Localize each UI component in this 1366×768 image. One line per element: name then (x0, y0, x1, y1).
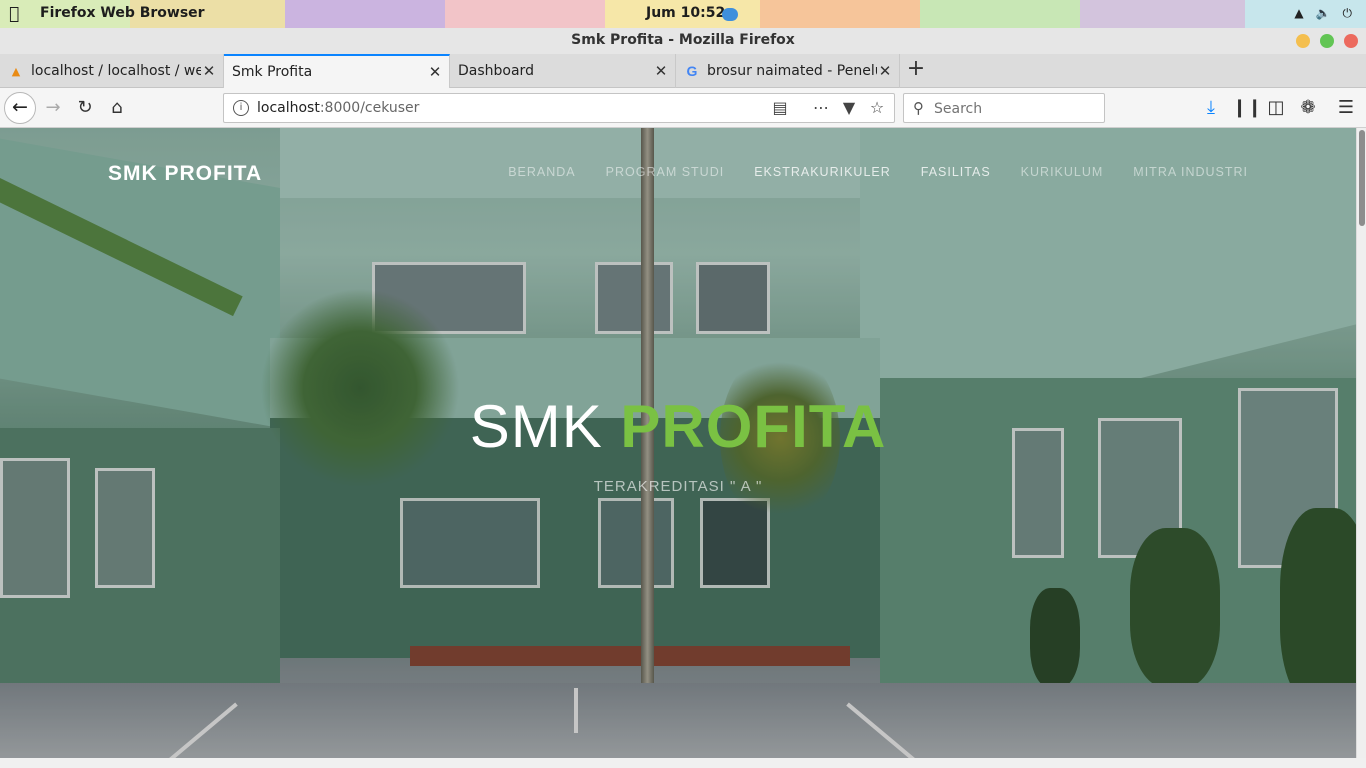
url-path: :8000/cekuser (319, 100, 420, 116)
site-info-icon[interactable]: i (233, 100, 249, 116)
url-bar[interactable]: i localhost:8000/cekuser ▤ ⋯ ▼ ☆ (223, 93, 895, 123)
close-tab-icon[interactable]: ✕ (877, 62, 893, 80)
hero-title-part1: SMK (469, 393, 621, 460)
site-main-menu: BERANDA PROGRAM STUDI EKSTRAKURIKULER FA… (508, 165, 1248, 179)
tab-phpmyadmin[interactable]: ▲ localhost / localhost / we ✕ (0, 54, 224, 88)
system-tray[interactable]: ▲ 🔈 ⏻ (1294, 6, 1352, 21)
menu-fasilitas[interactable]: FASILITAS (921, 165, 991, 179)
url-host: localhost (257, 100, 320, 116)
downloads-icon[interactable]: ⤓ (1199, 96, 1223, 120)
window-title: Smk Profita - Mozilla Firefox (571, 32, 795, 48)
search-bar[interactable]: ⚲ (903, 93, 1105, 123)
tab-strip: ▲ localhost / localhost / we ✕ Smk Profi… (0, 54, 1366, 88)
notification-icon (722, 8, 738, 21)
search-icon: ⚲ (913, 99, 924, 117)
tab-label: Dashboard (458, 63, 534, 79)
menu-beranda[interactable]: BERANDA (508, 165, 575, 179)
system-top-bar:  Firefox Web Browser Jum 10:52 ▲ 🔈 ⏻ (0, 0, 1366, 28)
home-button[interactable]: ⌂ (105, 96, 129, 120)
close-window-button[interactable] (1344, 34, 1358, 48)
menu-hamburger-icon[interactable]: ☰ (1334, 96, 1358, 120)
scrollbar-thumb[interactable] (1359, 130, 1365, 226)
close-tab-icon[interactable]: ✕ (427, 63, 443, 81)
hero-title: SMK PROFITA (0, 392, 1356, 461)
tab-label: brosur naimated - Penelu (707, 63, 877, 79)
hero-title-part2: PROFITA (620, 393, 887, 460)
tab-dashboard[interactable]: Dashboard ✕ (450, 54, 676, 88)
apple-logo-icon[interactable]:  (9, 5, 27, 23)
bookmark-star-icon[interactable]: ☆ (866, 97, 888, 119)
page-vertical-scrollbar[interactable] (1356, 128, 1366, 758)
page-bottom-edge (0, 758, 1366, 768)
wifi-icon[interactable]: ▲ (1294, 6, 1303, 21)
minimize-button[interactable] (1296, 34, 1310, 48)
menu-program-studi[interactable]: PROGRAM STUDI (606, 165, 725, 179)
menu-ekstrakurikuler[interactable]: EKSTRAKURIKULER (754, 165, 891, 179)
tab-google-search[interactable]: G brosur naimated - Penelu ✕ (676, 54, 900, 88)
sidebar-toggle-icon[interactable]: ◫ (1264, 96, 1288, 120)
power-icon[interactable]: ⏻ (1343, 6, 1353, 21)
menu-kurikulum[interactable]: KURIKULUM (1021, 165, 1104, 179)
forward-button[interactable]: → (41, 96, 65, 120)
navigation-toolbar: ← → ↻ ⌂ i localhost:8000/cekuser ▤ ⋯ ▼ ☆… (0, 88, 1366, 128)
active-app-name[interactable]: Firefox Web Browser (40, 5, 205, 21)
page-viewport: SMK PROFITA BERANDA PROGRAM STUDI EKSTRA… (0, 128, 1356, 758)
tab-label: Smk Profita (232, 64, 313, 80)
window-title-bar: Smk Profita - Mozilla Firefox (0, 28, 1366, 54)
system-clock[interactable]: Jum 10:52 (646, 5, 725, 21)
volume-icon[interactable]: 🔈 (1316, 6, 1331, 21)
reload-button[interactable]: ↻ (73, 96, 97, 120)
maximize-button[interactable] (1320, 34, 1334, 48)
reader-view-icon[interactable]: ▤ (769, 97, 791, 119)
tab-label: localhost / localhost / we (31, 63, 201, 79)
tab-smk-profita[interactable]: Smk Profita ✕ (224, 54, 450, 88)
google-icon: G (686, 63, 698, 79)
close-tab-icon[interactable]: ✕ (653, 62, 669, 80)
hero-subtitle: TERAKREDITASI " A " (593, 478, 763, 495)
search-input[interactable] (934, 99, 1099, 118)
new-tab-button[interactable]: + (904, 58, 928, 82)
menu-mitra-industri[interactable]: MITRA INDUSTRI (1133, 165, 1248, 179)
page-actions-icon[interactable]: ⋯ (810, 97, 832, 119)
pocket-icon[interactable]: ▼ (838, 97, 860, 119)
back-button[interactable]: ← (4, 92, 36, 124)
close-tab-icon[interactable]: ✕ (201, 62, 217, 80)
site-brand[interactable]: SMK PROFITA (108, 162, 262, 186)
library-icon[interactable]: ❙❙ (1232, 96, 1262, 120)
extension-icon[interactable]: ❁ (1296, 96, 1320, 120)
phpmyadmin-icon: ▲ (11, 64, 21, 78)
url-text[interactable]: localhost:8000/cekuser (257, 100, 419, 116)
